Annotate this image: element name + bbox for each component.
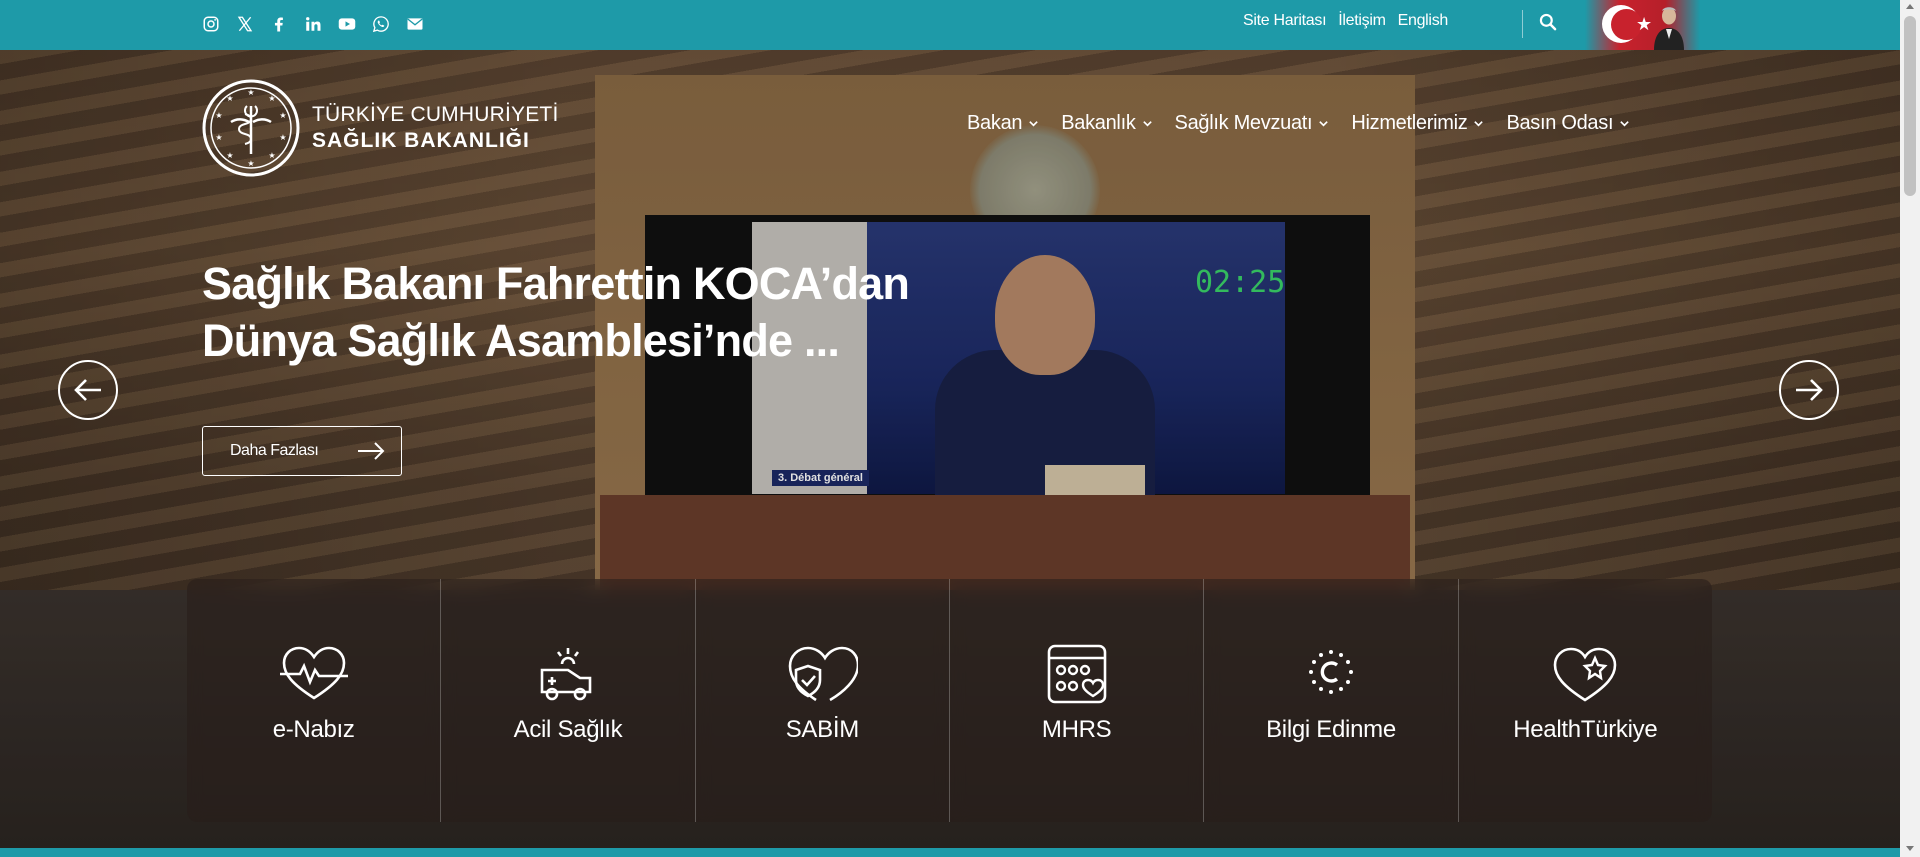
utility-links: Site Haritası İletişim English	[1243, 12, 1448, 30]
nav-item-saglik-mevzuati[interactable]: Sağlık Mevzuatı	[1175, 112, 1330, 135]
svg-text:★: ★	[215, 111, 222, 120]
service-label: SABİM	[785, 716, 859, 743]
contact-link[interactable]: İletişim	[1338, 12, 1386, 30]
headline-line-1: Sağlık Bakanı Fahrettin KOCA’dan	[202, 258, 910, 309]
service-label: Bilgi Edinme	[1266, 716, 1396, 743]
mail-icon[interactable]	[404, 13, 426, 35]
svg-text:★: ★	[268, 151, 275, 160]
arrow-right-icon	[358, 442, 385, 460]
service-label: e-Nabız	[272, 716, 355, 743]
nav-label: Basın Odası	[1506, 112, 1614, 134]
read-more-label: Daha Fazlası	[230, 442, 319, 459]
chevron-down-icon	[1474, 121, 1484, 127]
brand-line-2[interactable]: SAĞLIK BAKANLIĞI	[312, 129, 530, 153]
nav-item-bakanlik[interactable]: Bakanlık	[1061, 112, 1152, 135]
brand-line-1[interactable]: TÜRKİYE CUMHURİYETİ	[312, 103, 558, 127]
scroll-up-icon[interactable]	[1906, 4, 1914, 9]
slide-headline[interactable]: Sağlık Bakanı Fahrettin KOCA’dan Dünya S…	[202, 255, 982, 369]
divider	[1522, 10, 1523, 38]
youtube-icon[interactable]	[336, 13, 358, 35]
info-seal-icon	[1308, 650, 1353, 694]
calendar-heart-icon	[1047, 644, 1106, 704]
main-nav: Bakan Bakanlık Sağlık Mevzuatı Hizmetler…	[967, 112, 1652, 135]
search-icon[interactable]	[1538, 12, 1560, 34]
flag-ataturk-image: ★	[1585, 0, 1700, 50]
service-label: MHRS	[1041, 716, 1112, 743]
chevron-down-icon	[1319, 121, 1329, 127]
bottom-strip	[0, 848, 1900, 857]
service-card-e-nabiz[interactable]: e-Nabız	[187, 579, 442, 822]
shield-heart-icon	[789, 646, 859, 702]
svg-text:★: ★	[279, 133, 286, 142]
social-links	[200, 13, 438, 35]
nav-item-hizmetlerimiz[interactable]: Hizmetlerimiz	[1351, 112, 1484, 135]
service-label: HealthTürkiye	[1513, 716, 1658, 743]
headline-line-2: Dünya Sağlık Asamblesi’nde ...	[202, 315, 840, 366]
scroll-down-icon[interactable]	[1906, 846, 1914, 851]
nav-item-basin-odasi[interactable]: Basın Odası	[1506, 112, 1630, 135]
svg-text:★: ★	[268, 94, 275, 103]
svg-text:★: ★	[226, 94, 233, 103]
chevron-down-icon	[1142, 121, 1152, 127]
linkedin-icon[interactable]	[302, 13, 324, 35]
heart-star-icon	[1553, 647, 1617, 702]
chevron-down-icon	[1620, 121, 1629, 127]
service-label: Acil Sağlık	[513, 716, 623, 743]
ministry-logo[interactable]: ★ ★ ★ ★ ★ ★ ★ ★ ★ ★	[201, 78, 301, 178]
instagram-icon[interactable]	[200, 13, 222, 35]
heart-pulse-icon	[279, 646, 348, 700]
top-bar: Site Haritası İletişim English ★	[0, 0, 1920, 50]
svg-text:★: ★	[215, 133, 222, 142]
service-card-healthturkiye[interactable]: HealthTürkiye	[1458, 579, 1712, 822]
english-link[interactable]: English	[1398, 12, 1449, 30]
svg-text:★: ★	[247, 88, 254, 97]
slider-next-button[interactable]	[1779, 360, 1839, 420]
service-card-bilgi-edinme[interactable]: Bilgi Edinme	[1204, 579, 1459, 822]
svg-text:★: ★	[279, 111, 286, 120]
read-more-button[interactable]: Daha Fazlası	[202, 426, 402, 476]
arrow-left-icon	[74, 379, 101, 401]
nav-label: Hizmetlerimiz	[1351, 112, 1468, 134]
service-cards: e-Nabız Acil Sağlık SABİM MHRS Bilgi Edi…	[187, 579, 1712, 822]
nav-label: Bakanlık	[1061, 112, 1136, 134]
svg-text:★: ★	[226, 151, 233, 160]
scrollbar-thumb[interactable]	[1904, 16, 1916, 196]
slider-prev-button[interactable]	[58, 360, 118, 420]
ambulance-icon	[540, 648, 592, 701]
facebook-icon[interactable]	[268, 13, 290, 35]
whatsapp-icon[interactable]	[370, 13, 392, 35]
nav-label: Bakan	[967, 112, 1023, 134]
service-card-sabim[interactable]: SABİM	[695, 579, 950, 822]
service-card-acil-saglik[interactable]: Acil Sağlık	[441, 579, 696, 822]
site-map-link[interactable]: Site Haritası	[1243, 12, 1327, 30]
x-icon[interactable]	[234, 13, 256, 35]
arrow-right-icon	[1796, 379, 1823, 401]
svg-text:★: ★	[247, 159, 254, 168]
nav-label: Sağlık Mevzuatı	[1174, 112, 1313, 134]
service-card-mhrs[interactable]: MHRS	[949, 579, 1205, 822]
nav-item-bakan[interactable]: Bakan	[967, 112, 1039, 135]
chevron-down-icon	[1029, 121, 1038, 127]
